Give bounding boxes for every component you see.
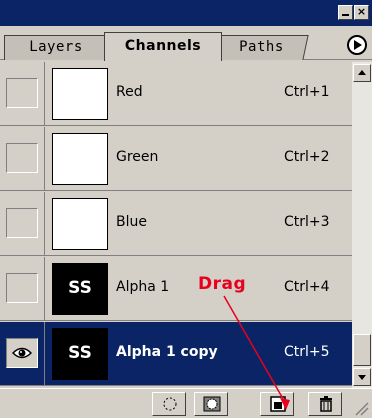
eye-icon: [12, 347, 32, 359]
channel-shortcut: Ctrl+4: [284, 279, 330, 295]
channel-thumbnail: [52, 133, 108, 185]
save-selection-button[interactable]: [194, 392, 228, 416]
tab-paths[interactable]: Paths: [213, 35, 309, 60]
scroll-thumb[interactable]: [353, 334, 371, 366]
scroll-down-button[interactable]: [353, 368, 371, 386]
channel-row-green[interactable]: Green Ctrl+2: [0, 127, 352, 191]
bottom-toolbar: [0, 388, 372, 418]
row-divider: [44, 62, 45, 126]
save-selection-icon: [203, 396, 221, 412]
visibility-toggle[interactable]: [6, 208, 38, 238]
vertical-scrollbar[interactable]: [352, 62, 372, 388]
channel-shortcut: Ctrl+1: [284, 84, 330, 100]
channel-shortcut: Ctrl+3: [284, 214, 330, 230]
channel-row-red[interactable]: Red Ctrl+1: [0, 62, 352, 126]
channel-name: Alpha 1: [116, 279, 170, 295]
row-divider: [44, 322, 45, 386]
close-button[interactable]: ×: [354, 5, 369, 20]
channel-name: Alpha 1 copy: [116, 344, 218, 360]
channel-name: Green: [116, 149, 159, 165]
load-selection-button[interactable]: [152, 392, 186, 416]
load-selection-icon: [163, 397, 177, 411]
visibility-toggle[interactable]: [6, 273, 38, 303]
channel-thumbnail: SS: [52, 328, 108, 380]
scroll-up-button[interactable]: [353, 64, 371, 82]
visibility-toggle[interactable]: [6, 143, 38, 173]
drag-annotation: Drag: [198, 274, 247, 294]
channel-name: Red: [116, 84, 143, 100]
channel-shortcut: Ctrl+2: [284, 149, 330, 165]
panel-menu-button[interactable]: [347, 35, 367, 55]
tab-bar: Layers Channels Paths: [0, 26, 372, 61]
delete-channel-button[interactable]: [308, 392, 342, 416]
tab-channels[interactable]: Channels: [104, 32, 222, 61]
channel-thumbnail: SS: [52, 263, 108, 315]
channel-thumbnail: [52, 68, 108, 120]
channel-row-alpha-1[interactable]: SS Alpha 1 Ctrl+4: [0, 257, 352, 321]
visibility-toggle[interactable]: [6, 78, 38, 108]
new-channel-button[interactable]: [260, 392, 294, 416]
channel-thumbnail: [52, 198, 108, 250]
channels-panel: × Layers Channels Paths Red Ctrl+1 Green…: [0, 0, 372, 418]
resize-grip-icon[interactable]: [352, 393, 370, 417]
tab-paths-label: Paths: [238, 39, 284, 55]
title-bar[interactable]: ×: [0, 0, 372, 26]
minimize-button[interactable]: [338, 5, 353, 20]
channel-row-blue[interactable]: Blue Ctrl+3: [0, 192, 352, 256]
channel-name: Blue: [116, 214, 147, 230]
visibility-toggle[interactable]: [6, 338, 38, 368]
new-channel-icon: [270, 396, 286, 412]
tab-layers[interactable]: Layers: [4, 35, 108, 60]
row-divider: [44, 192, 45, 256]
channel-list: Red Ctrl+1 Green Ctrl+2 Blue Ctrl+3 SS A…: [0, 62, 352, 388]
channel-row-alpha-1-copy[interactable]: SS Alpha 1 copy Ctrl+5: [0, 322, 352, 386]
row-divider: [44, 257, 45, 321]
row-divider: [44, 127, 45, 191]
channel-shortcut: Ctrl+5: [284, 344, 330, 360]
trash-icon: [320, 396, 332, 412]
